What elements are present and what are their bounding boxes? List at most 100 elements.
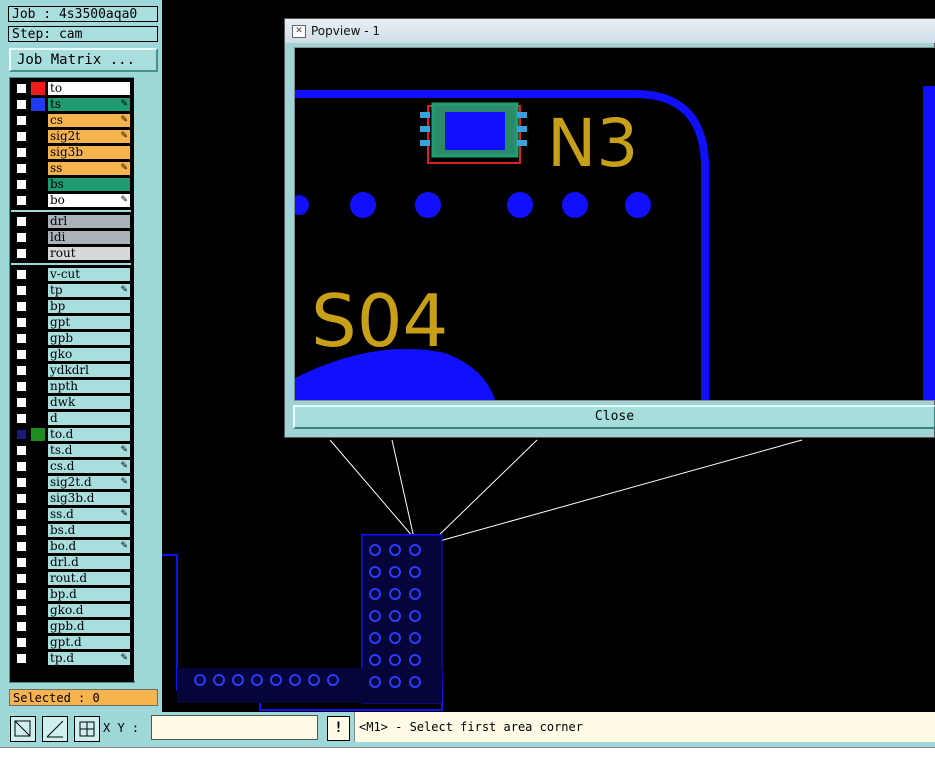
layer-color-swatch[interactable] (31, 82, 45, 95)
layer-color-swatch[interactable] (31, 508, 45, 521)
layer-checkbox[interactable] (16, 365, 27, 376)
layer-color-swatch[interactable] (31, 604, 45, 617)
layer-color-swatch[interactable] (31, 396, 45, 409)
layer-color-swatch[interactable] (31, 316, 45, 329)
layer-checkbox[interactable] (16, 248, 27, 259)
layer-checkbox[interactable] (16, 147, 27, 158)
layer-color-swatch[interactable] (31, 380, 45, 393)
layer-checkbox[interactable] (16, 541, 27, 552)
layer-color-swatch[interactable] (31, 524, 45, 537)
layer-name[interactable]: bs (48, 178, 130, 191)
layer-row-gko-d[interactable]: gko.d (12, 603, 130, 618)
layer-name[interactable]: to.d (48, 428, 130, 441)
layer-checkbox[interactable] (16, 413, 27, 424)
layer-name[interactable]: gpt (48, 316, 130, 329)
layer-name[interactable]: ts.d ✎ (48, 444, 130, 457)
layer-color-swatch[interactable] (31, 284, 45, 297)
layer-name[interactable]: drl (48, 215, 130, 228)
layer-row-bo[interactable]: bo ✎ (12, 193, 130, 208)
layer-color-swatch[interactable] (31, 114, 45, 127)
layer-checkbox[interactable] (16, 589, 27, 600)
layer-color-swatch[interactable] (31, 146, 45, 159)
layer-checkbox[interactable] (16, 445, 27, 456)
exclamation-button[interactable]: ! (327, 716, 350, 741)
layer-color-swatch[interactable] (31, 300, 45, 313)
layer-name[interactable]: npth (48, 380, 130, 393)
layer-color-swatch[interactable] (31, 460, 45, 473)
layer-row-ldi[interactable]: ldi (12, 230, 130, 245)
layer-name[interactable]: cs ✎ (48, 114, 130, 127)
xy-input[interactable] (151, 715, 318, 740)
layer-checkbox[interactable] (16, 461, 27, 472)
layer-name[interactable]: gpb.d (48, 620, 130, 633)
layer-checkbox[interactable] (16, 477, 27, 488)
layer-color-swatch[interactable] (31, 620, 45, 633)
layer-row-ts-d[interactable]: ts.d ✎ (12, 443, 130, 458)
layer-color-swatch[interactable] (31, 588, 45, 601)
layer-row-rout-d[interactable]: rout.d (12, 571, 130, 586)
layer-row-ydkdrl[interactable]: ydkdrl (12, 363, 130, 378)
layer-row-bo-d[interactable]: bo.d ✎ (12, 539, 130, 554)
layer-checkbox[interactable] (16, 317, 27, 328)
layer-row-gpb-d[interactable]: gpb.d (12, 619, 130, 634)
layer-name[interactable]: rout (48, 247, 130, 260)
layer-checkbox[interactable] (16, 493, 27, 504)
grid-snap-icon[interactable] (74, 716, 100, 742)
layer-checkbox[interactable] (16, 301, 27, 312)
layer-checkbox[interactable] (16, 557, 27, 568)
layer-row-sig3b[interactable]: sig3b (12, 145, 130, 160)
popview-canvas[interactable]: N3 S04 (294, 47, 935, 401)
layer-checkbox[interactable] (16, 429, 27, 440)
layer-name[interactable]: sig3b.d (48, 492, 130, 505)
layer-name[interactable]: gko (48, 348, 130, 361)
layer-name[interactable]: ts ✎ (48, 98, 130, 111)
layer-row-gpb[interactable]: gpb (12, 331, 130, 346)
layer-name[interactable]: ydkdrl (48, 364, 130, 377)
layer-row-gpt-d[interactable]: gpt.d (12, 635, 130, 650)
layer-checkbox[interactable] (16, 232, 27, 243)
layer-checkbox[interactable] (16, 525, 27, 536)
layer-checkbox[interactable] (16, 381, 27, 392)
layer-list-scrollbar[interactable] (134, 77, 158, 681)
layer-checkbox[interactable] (16, 605, 27, 616)
layer-checkbox[interactable] (16, 653, 27, 664)
layer-color-swatch[interactable] (31, 476, 45, 489)
measure-icon[interactable] (42, 716, 68, 742)
layer-name[interactable]: rout.d (48, 572, 130, 585)
zoom-area-icon[interactable] (10, 716, 36, 742)
layer-row-rout[interactable]: rout (12, 246, 130, 261)
layer-name[interactable]: tp ✎ (48, 284, 130, 297)
layer-name[interactable]: d (48, 412, 130, 425)
layer-name[interactable]: gko.d (48, 604, 130, 617)
layer-color-swatch[interactable] (31, 412, 45, 425)
layer-name[interactable]: sig2t.d ✎ (48, 476, 130, 489)
layer-row-drl[interactable]: drl (12, 214, 130, 229)
layer-color-swatch[interactable] (31, 444, 45, 457)
layer-checkbox[interactable] (16, 285, 27, 296)
layer-color-swatch[interactable] (31, 332, 45, 345)
layer-name[interactable]: dwk (48, 396, 130, 409)
layer-color-swatch[interactable] (31, 540, 45, 553)
layer-row-to[interactable]: to (12, 81, 130, 96)
layer-color-swatch[interactable] (31, 364, 45, 377)
layer-row-bp[interactable]: bp (12, 299, 130, 314)
layer-color-swatch[interactable] (31, 178, 45, 191)
layer-name[interactable]: ss.d ✎ (48, 508, 130, 521)
layer-color-swatch[interactable] (31, 268, 45, 281)
layer-row-gko[interactable]: gko (12, 347, 130, 362)
layer-name[interactable]: sig3b (48, 146, 130, 159)
layer-color-swatch[interactable] (31, 162, 45, 175)
layer-row-sig2t[interactable]: sig2t ✎ (12, 129, 130, 144)
layer-color-swatch[interactable] (31, 98, 45, 111)
layer-row-ss-d[interactable]: ss.d ✎ (12, 507, 130, 522)
layer-row-sig2t-d[interactable]: sig2t.d ✎ (12, 475, 130, 490)
layer-checkbox[interactable] (16, 115, 27, 126)
layer-color-swatch[interactable] (31, 572, 45, 585)
layer-checkbox[interactable] (16, 216, 27, 227)
layer-row-cs-d[interactable]: cs.d ✎ (12, 459, 130, 474)
layer-checkbox[interactable] (16, 349, 27, 360)
layer-checkbox[interactable] (16, 195, 27, 206)
layer-checkbox[interactable] (16, 163, 27, 174)
layer-checkbox[interactable] (16, 333, 27, 344)
layer-row-to-d[interactable]: to.d (12, 427, 130, 442)
